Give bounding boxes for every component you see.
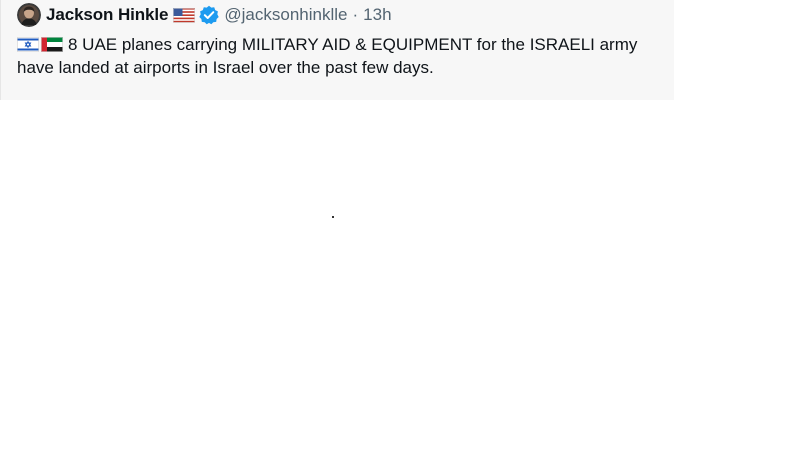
tweet-timestamp[interactable]: 13h [363,5,391,25]
author-handle[interactable]: @jacksonhinklle [224,5,347,25]
israel-flag-icon [17,35,39,52]
avatar[interactable] [17,3,41,27]
screenshot-canvas: Jackson Hinkle @jacksonhinklle · 13h 8 U… [0,0,800,450]
separator-dot: · [352,5,359,24]
tweet-text-content: 8 UAE planes carrying MILITARY AID & EQU… [17,35,638,77]
tweet-header: Jackson Hinkle @jacksonhinklle · 13h [17,3,392,27]
us-flag-icon [173,7,196,23]
tweet-card[interactable]: Jackson Hinkle @jacksonhinklle · 13h 8 U… [0,0,674,100]
uae-flag-icon [41,35,63,52]
tweet-text: 8 UAE planes carrying MILITARY AID & EQU… [17,33,667,79]
author-display-name[interactable]: Jackson Hinkle [46,5,168,25]
stray-dot [332,216,334,218]
verified-badge-icon[interactable] [199,5,220,25]
